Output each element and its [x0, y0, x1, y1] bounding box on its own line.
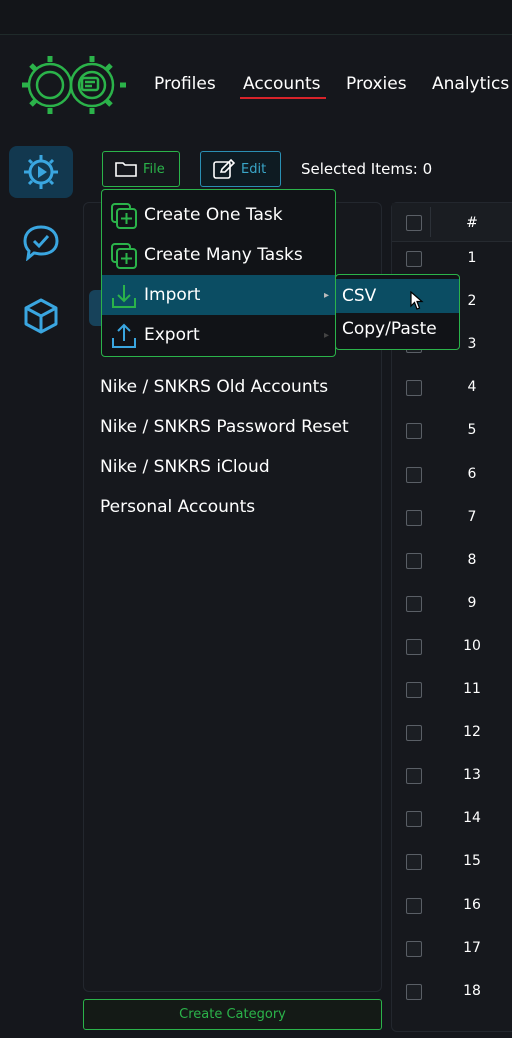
menu-label: Export — [144, 325, 200, 345]
submenu-arrow-icon: ▸ — [323, 289, 329, 301]
nav-profiles[interactable]: Profiles — [154, 74, 216, 94]
submenu-csv[interactable]: CSV — [336, 279, 459, 313]
row-checkbox[interactable] — [406, 510, 422, 526]
edit-button-label: Edit — [241, 161, 267, 177]
menu-import[interactable]: Import ▸ — [102, 275, 335, 315]
row-number: 7 — [467, 509, 477, 525]
row-checkbox[interactable] — [406, 639, 422, 655]
plus-square-stack-icon — [111, 203, 137, 229]
file-button-label: File — [143, 161, 165, 177]
nav-analytics[interactable]: Analytics — [432, 74, 509, 94]
download-icon — [112, 285, 136, 308]
row-checkbox[interactable] — [406, 768, 422, 784]
import-submenu: CSV Copy/Paste — [335, 274, 460, 350]
row-checkbox[interactable] — [406, 682, 422, 698]
nav-active-underline — [240, 97, 326, 99]
create-category-button[interactable]: Create Category — [83, 999, 382, 1030]
row-number: 9 — [467, 595, 477, 611]
category-item[interactable]: Personal Accounts — [100, 497, 255, 517]
sidebar-tasks-button[interactable] — [9, 146, 73, 198]
nav-proxies[interactable]: Proxies — [346, 74, 407, 94]
row-number: 12 — [463, 724, 481, 740]
category-item[interactable]: Nike / SNKRS Old Accounts — [100, 377, 328, 397]
select-all-checkbox[interactable] — [406, 215, 422, 231]
nav-accounts[interactable]: Accounts — [243, 74, 321, 94]
header-divider — [430, 207, 431, 237]
row-number: 5 — [467, 422, 477, 438]
column-header-number: # — [466, 215, 478, 231]
row-number: 16 — [463, 897, 481, 913]
row-number: 18 — [463, 983, 481, 999]
file-button[interactable]: File — [102, 151, 180, 187]
row-checkbox[interactable] — [406, 811, 422, 827]
menu-create-one-task[interactable]: Create One Task — [102, 195, 335, 235]
category-item[interactable]: Nike / SNKRS Password Reset — [100, 417, 349, 437]
row-number: 1 — [467, 250, 477, 266]
gear-settings-icon — [24, 155, 58, 189]
window-top-bar — [0, 0, 512, 35]
plus-square-stack-icon — [111, 243, 137, 269]
sidebar-inventory-button[interactable] — [9, 290, 73, 342]
category-item[interactable]: Nike / SNKRS iCloud — [100, 457, 270, 477]
edit-icon — [213, 159, 235, 179]
row-checkbox[interactable] — [406, 596, 422, 612]
upload-icon — [112, 323, 136, 348]
menu-label: Import — [144, 285, 201, 305]
row-number: 8 — [467, 552, 477, 568]
menu-label: Create Many Tasks — [144, 245, 303, 265]
row-checkbox[interactable] — [406, 854, 422, 870]
box-icon — [24, 298, 58, 334]
row-checkbox[interactable] — [406, 984, 422, 1000]
row-number: 14 — [463, 810, 481, 826]
folder-icon — [115, 162, 137, 177]
chat-check-icon — [23, 225, 59, 261]
submenu-copy-paste[interactable]: Copy/Paste — [336, 312, 459, 346]
row-checkbox[interactable] — [406, 423, 422, 439]
menu-export[interactable]: Export ▸ — [102, 315, 335, 355]
row-number: 4 — [467, 379, 477, 395]
menu-label: Create One Task — [144, 205, 283, 225]
menu-create-many-tasks[interactable]: Create Many Tasks — [102, 235, 335, 275]
edit-button[interactable]: Edit — [200, 151, 281, 187]
row-number: 15 — [463, 853, 481, 869]
row-checkbox[interactable] — [406, 467, 422, 483]
submenu-label: Copy/Paste — [342, 319, 437, 339]
row-checkbox[interactable] — [406, 251, 422, 267]
file-menu: Create One Task Create Many Tasks Import… — [101, 189, 336, 357]
selected-items-count: Selected Items: 0 — [301, 160, 433, 178]
row-checkbox[interactable] — [406, 898, 422, 914]
row-number: 11 — [463, 681, 481, 697]
row-number: 10 — [463, 638, 481, 654]
row-checkbox[interactable] — [406, 380, 422, 396]
submenu-label: CSV — [342, 286, 377, 306]
row-number: 13 — [463, 767, 481, 783]
mouse-cursor-icon — [410, 291, 424, 310]
sidebar-chat-button[interactable] — [9, 216, 73, 268]
app-logo — [22, 56, 126, 114]
row-checkbox[interactable] — [406, 725, 422, 741]
submenu-arrow-icon: ▸ — [323, 329, 329, 341]
row-checkbox[interactable] — [406, 553, 422, 569]
row-number: 17 — [463, 940, 481, 956]
row-checkbox[interactable] — [406, 941, 422, 957]
row-number: 6 — [467, 466, 477, 482]
